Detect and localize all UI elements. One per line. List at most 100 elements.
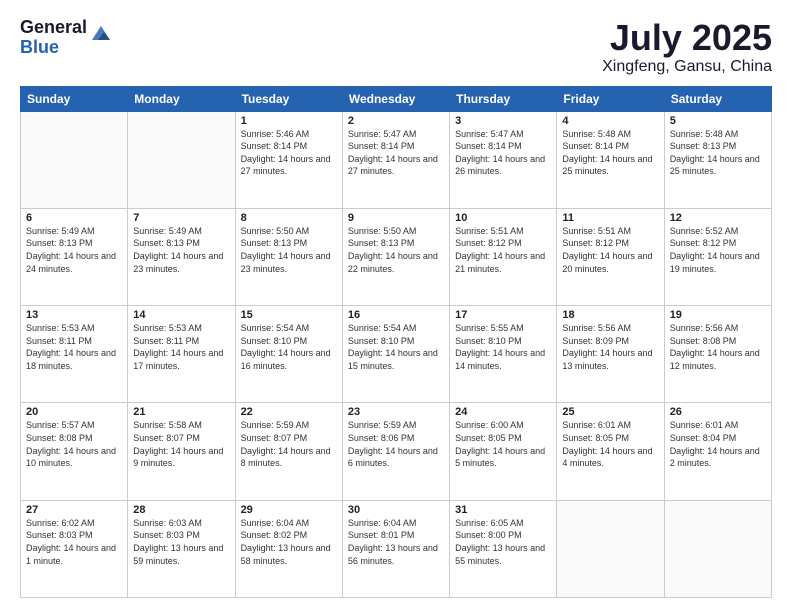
day-info: Sunrise: 6:02 AMSunset: 8:03 PMDaylight:… <box>26 517 122 567</box>
calendar-row-2: 6Sunrise: 5:49 AMSunset: 8:13 PMDaylight… <box>21 208 772 305</box>
calendar-cell: 4Sunrise: 5:48 AMSunset: 8:14 PMDaylight… <box>557 111 664 208</box>
calendar-cell: 21Sunrise: 5:58 AMSunset: 8:07 PMDayligh… <box>128 403 235 500</box>
day-info: Sunrise: 6:00 AMSunset: 8:05 PMDaylight:… <box>455 419 551 469</box>
day-info: Sunrise: 5:49 AMSunset: 8:13 PMDaylight:… <box>133 225 229 275</box>
calendar-cell: 19Sunrise: 5:56 AMSunset: 8:08 PMDayligh… <box>664 306 771 403</box>
calendar-cell <box>128 111 235 208</box>
day-info: Sunrise: 5:56 AMSunset: 8:09 PMDaylight:… <box>562 322 658 372</box>
day-info: Sunrise: 6:04 AMSunset: 8:01 PMDaylight:… <box>348 517 444 567</box>
day-info: Sunrise: 5:49 AMSunset: 8:13 PMDaylight:… <box>26 225 122 275</box>
calendar-cell: 30Sunrise: 6:04 AMSunset: 8:01 PMDayligh… <box>342 500 449 597</box>
calendar-cell: 2Sunrise: 5:47 AMSunset: 8:14 PMDaylight… <box>342 111 449 208</box>
day-info: Sunrise: 5:55 AMSunset: 8:10 PMDaylight:… <box>455 322 551 372</box>
calendar-cell: 1Sunrise: 5:46 AMSunset: 8:14 PMDaylight… <box>235 111 342 208</box>
page: General Blue July 2025 Xingfeng, Gansu, … <box>0 0 792 612</box>
logo: General Blue <box>20 18 112 58</box>
day-number: 7 <box>133 212 229 224</box>
day-number: 29 <box>241 504 337 516</box>
weekday-header-thursday: Thursday <box>450 86 557 111</box>
day-info: Sunrise: 5:47 AMSunset: 8:14 PMDaylight:… <box>348 128 444 178</box>
day-info: Sunrise: 5:48 AMSunset: 8:13 PMDaylight:… <box>670 128 766 178</box>
calendar-cell: 11Sunrise: 5:51 AMSunset: 8:12 PMDayligh… <box>557 208 664 305</box>
day-info: Sunrise: 5:53 AMSunset: 8:11 PMDaylight:… <box>26 322 122 372</box>
day-info: Sunrise: 6:01 AMSunset: 8:04 PMDaylight:… <box>670 419 766 469</box>
calendar-cell: 8Sunrise: 5:50 AMSunset: 8:13 PMDaylight… <box>235 208 342 305</box>
weekday-header-friday: Friday <box>557 86 664 111</box>
day-info: Sunrise: 5:59 AMSunset: 8:07 PMDaylight:… <box>241 419 337 469</box>
location-title: Xingfeng, Gansu, China <box>602 58 772 76</box>
day-info: Sunrise: 5:51 AMSunset: 8:12 PMDaylight:… <box>562 225 658 275</box>
day-info: Sunrise: 6:03 AMSunset: 8:03 PMDaylight:… <box>133 517 229 567</box>
calendar-cell: 3Sunrise: 5:47 AMSunset: 8:14 PMDaylight… <box>450 111 557 208</box>
day-info: Sunrise: 6:05 AMSunset: 8:00 PMDaylight:… <box>455 517 551 567</box>
calendar-cell <box>557 500 664 597</box>
calendar-cell: 9Sunrise: 5:50 AMSunset: 8:13 PMDaylight… <box>342 208 449 305</box>
day-number: 16 <box>348 309 444 321</box>
day-number: 24 <box>455 406 551 418</box>
day-number: 18 <box>562 309 658 321</box>
day-number: 8 <box>241 212 337 224</box>
day-number: 21 <box>133 406 229 418</box>
calendar: SundayMondayTuesdayWednesdayThursdayFrid… <box>20 86 772 598</box>
calendar-cell: 22Sunrise: 5:59 AMSunset: 8:07 PMDayligh… <box>235 403 342 500</box>
calendar-cell: 18Sunrise: 5:56 AMSunset: 8:09 PMDayligh… <box>557 306 664 403</box>
day-number: 19 <box>670 309 766 321</box>
calendar-cell: 12Sunrise: 5:52 AMSunset: 8:12 PMDayligh… <box>664 208 771 305</box>
day-info: Sunrise: 5:50 AMSunset: 8:13 PMDaylight:… <box>348 225 444 275</box>
calendar-cell: 27Sunrise: 6:02 AMSunset: 8:03 PMDayligh… <box>21 500 128 597</box>
calendar-row-4: 20Sunrise: 5:57 AMSunset: 8:08 PMDayligh… <box>21 403 772 500</box>
day-info: Sunrise: 5:54 AMSunset: 8:10 PMDaylight:… <box>241 322 337 372</box>
calendar-cell: 26Sunrise: 6:01 AMSunset: 8:04 PMDayligh… <box>664 403 771 500</box>
weekday-header-sunday: Sunday <box>21 86 128 111</box>
calendar-cell: 10Sunrise: 5:51 AMSunset: 8:12 PMDayligh… <box>450 208 557 305</box>
calendar-cell: 6Sunrise: 5:49 AMSunset: 8:13 PMDaylight… <box>21 208 128 305</box>
day-info: Sunrise: 5:50 AMSunset: 8:13 PMDaylight:… <box>241 225 337 275</box>
day-number: 3 <box>455 115 551 127</box>
calendar-cell <box>664 500 771 597</box>
logo-icon <box>90 22 112 44</box>
day-number: 23 <box>348 406 444 418</box>
day-info: Sunrise: 5:46 AMSunset: 8:14 PMDaylight:… <box>241 128 337 178</box>
logo-blue: Blue <box>20 38 87 58</box>
calendar-cell: 31Sunrise: 6:05 AMSunset: 8:00 PMDayligh… <box>450 500 557 597</box>
day-number: 10 <box>455 212 551 224</box>
calendar-cell: 28Sunrise: 6:03 AMSunset: 8:03 PMDayligh… <box>128 500 235 597</box>
calendar-row-1: 1Sunrise: 5:46 AMSunset: 8:14 PMDaylight… <box>21 111 772 208</box>
day-info: Sunrise: 6:04 AMSunset: 8:02 PMDaylight:… <box>241 517 337 567</box>
day-number: 5 <box>670 115 766 127</box>
day-number: 1 <box>241 115 337 127</box>
day-number: 26 <box>670 406 766 418</box>
day-number: 4 <box>562 115 658 127</box>
day-number: 27 <box>26 504 122 516</box>
header: General Blue July 2025 Xingfeng, Gansu, … <box>20 18 772 76</box>
weekday-header-wednesday: Wednesday <box>342 86 449 111</box>
calendar-cell: 5Sunrise: 5:48 AMSunset: 8:13 PMDaylight… <box>664 111 771 208</box>
day-info: Sunrise: 5:51 AMSunset: 8:12 PMDaylight:… <box>455 225 551 275</box>
calendar-cell: 7Sunrise: 5:49 AMSunset: 8:13 PMDaylight… <box>128 208 235 305</box>
logo-general: General <box>20 18 87 38</box>
day-info: Sunrise: 5:54 AMSunset: 8:10 PMDaylight:… <box>348 322 444 372</box>
day-number: 11 <box>562 212 658 224</box>
day-number: 31 <box>455 504 551 516</box>
day-number: 30 <box>348 504 444 516</box>
day-info: Sunrise: 5:56 AMSunset: 8:08 PMDaylight:… <box>670 322 766 372</box>
weekday-header-tuesday: Tuesday <box>235 86 342 111</box>
calendar-cell: 25Sunrise: 6:01 AMSunset: 8:05 PMDayligh… <box>557 403 664 500</box>
calendar-cell: 13Sunrise: 5:53 AMSunset: 8:11 PMDayligh… <box>21 306 128 403</box>
calendar-row-5: 27Sunrise: 6:02 AMSunset: 8:03 PMDayligh… <box>21 500 772 597</box>
day-number: 20 <box>26 406 122 418</box>
day-number: 14 <box>133 309 229 321</box>
day-number: 22 <box>241 406 337 418</box>
day-info: Sunrise: 5:59 AMSunset: 8:06 PMDaylight:… <box>348 419 444 469</box>
calendar-cell: 29Sunrise: 6:04 AMSunset: 8:02 PMDayligh… <box>235 500 342 597</box>
day-info: Sunrise: 5:57 AMSunset: 8:08 PMDaylight:… <box>26 419 122 469</box>
day-number: 12 <box>670 212 766 224</box>
calendar-cell: 17Sunrise: 5:55 AMSunset: 8:10 PMDayligh… <box>450 306 557 403</box>
calendar-cell: 15Sunrise: 5:54 AMSunset: 8:10 PMDayligh… <box>235 306 342 403</box>
day-info: Sunrise: 5:47 AMSunset: 8:14 PMDaylight:… <box>455 128 551 178</box>
month-title: July 2025 <box>602 18 772 58</box>
day-info: Sunrise: 5:52 AMSunset: 8:12 PMDaylight:… <box>670 225 766 275</box>
day-number: 25 <box>562 406 658 418</box>
calendar-row-3: 13Sunrise: 5:53 AMSunset: 8:11 PMDayligh… <box>21 306 772 403</box>
day-number: 9 <box>348 212 444 224</box>
